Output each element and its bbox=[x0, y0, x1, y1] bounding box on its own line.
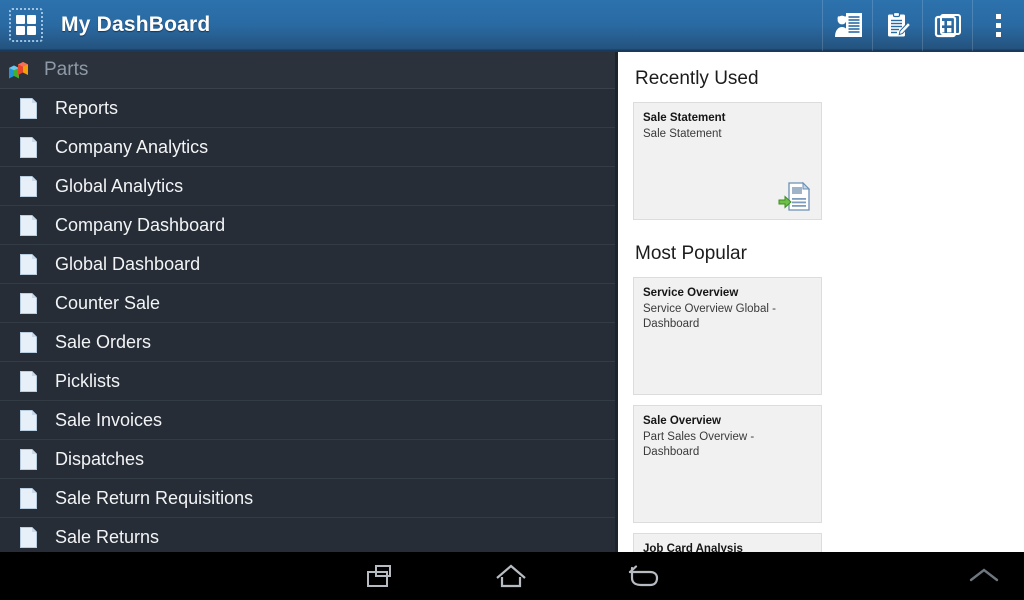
sidebar-item-label: Global Dashboard bbox=[55, 253, 201, 274]
app-bar: My DashBoard bbox=[0, 0, 1024, 52]
logo-cell bbox=[27, 15, 36, 24]
back-icon[interactable] bbox=[620, 552, 664, 600]
sidebar-item-label: Sale Invoices bbox=[55, 409, 163, 430]
section-title-most-popular: Most Popular bbox=[635, 243, 747, 264]
clipboard-edit-icon[interactable] bbox=[872, 0, 922, 51]
contacts-icon[interactable] bbox=[822, 0, 872, 51]
sidebar[interactable]: Parts Reports Company Analytics Global A… bbox=[0, 52, 618, 552]
sidebar-item-label: Dispatches bbox=[55, 448, 145, 469]
sidebar-item-label: Counter Sale bbox=[55, 292, 161, 313]
sidebar-item-dispatches[interactable]: Dispatches bbox=[0, 440, 615, 479]
sidebar-header-label: Parts bbox=[44, 59, 89, 80]
recently-used-card-row: Sale Statement Sale Statement bbox=[633, 102, 1008, 220]
document-icon bbox=[20, 175, 37, 197]
card-title: Sale Statement bbox=[643, 112, 726, 124]
card-title: Service Overview bbox=[643, 287, 739, 299]
chevron-up-icon[interactable] bbox=[962, 552, 1006, 600]
document-icon bbox=[20, 448, 37, 470]
dot bbox=[996, 22, 1001, 28]
recents-icon[interactable] bbox=[360, 552, 400, 600]
app-bar-actions bbox=[822, 0, 1024, 51]
card-job-card-analysis[interactable]: Job Card Analysis Job Card Analysis Glob… bbox=[633, 533, 822, 552]
sidebar-item-company-dashboard[interactable]: Company Dashboard bbox=[0, 206, 615, 245]
content-panel: Recently Used Sale Statement Sale Statem… bbox=[621, 52, 1024, 552]
sidebar-item-label: Sale Orders bbox=[55, 331, 152, 352]
grid-2x2-icon[interactable] bbox=[9, 8, 43, 42]
document-icon bbox=[20, 214, 37, 236]
sidebar-nav-list: Reports Company Analytics Global Analyti… bbox=[0, 89, 615, 552]
app-title: My DashBoard bbox=[61, 13, 211, 36]
android-nav-bar bbox=[0, 552, 1024, 600]
sidebar-item-label: Company Analytics bbox=[55, 136, 209, 157]
document-icon bbox=[20, 97, 37, 119]
sidebar-item-label: Sale Return Requisitions bbox=[55, 487, 254, 508]
card-service-overview[interactable]: Service Overview Service Overview Global… bbox=[633, 277, 822, 395]
card-subtitle: Sale Statement bbox=[643, 128, 722, 141]
sidebar-item-counter-sale[interactable]: Counter Sale bbox=[0, 284, 615, 323]
most-popular-card-row: Service Overview Service Overview Global… bbox=[633, 277, 1008, 552]
app-screen: My DashBoard Parts Reports Company Analy… bbox=[0, 0, 1024, 600]
document-icon bbox=[20, 136, 37, 158]
sidebar-item-sale-return-requisitions[interactable]: Sale Return Requisitions bbox=[0, 479, 615, 518]
document-icon bbox=[20, 526, 37, 548]
sidebar-item-picklists[interactable]: Picklists bbox=[0, 362, 615, 401]
card-subtitle: Part Sales Overview - Dashboard bbox=[643, 431, 755, 459]
sidebar-item-global-dashboard[interactable]: Global Dashboard bbox=[0, 245, 615, 284]
document-icon bbox=[20, 370, 37, 392]
logo-cell bbox=[27, 26, 36, 35]
report-import-icon bbox=[778, 181, 811, 211]
section-title-recently-used: Recently Used bbox=[635, 68, 759, 89]
logo-cell bbox=[16, 26, 25, 35]
document-icon bbox=[20, 409, 37, 431]
sidebar-header-parts: Parts bbox=[0, 52, 615, 89]
document-icon bbox=[20, 292, 37, 314]
sidebar-item-label: Global Analytics bbox=[55, 175, 184, 196]
sidebar-item-label: Company Dashboard bbox=[55, 214, 226, 235]
sidebar-item-global-analytics[interactable]: Global Analytics bbox=[0, 167, 615, 206]
logo-cell bbox=[16, 15, 25, 24]
overflow-dots bbox=[996, 13, 1001, 37]
sidebar-item-sale-orders[interactable]: Sale Orders bbox=[0, 323, 615, 362]
card-sale-statement[interactable]: Sale Statement Sale Statement bbox=[633, 102, 822, 220]
sidebar-item-company-analytics[interactable]: Company Analytics bbox=[0, 128, 615, 167]
apps-grid-icon[interactable] bbox=[922, 0, 972, 51]
card-title: Job Card Analysis bbox=[643, 543, 743, 552]
dot bbox=[996, 31, 1001, 37]
sidebar-item-label: Sale Returns bbox=[55, 526, 160, 547]
sidebar-item-label: Reports bbox=[55, 97, 119, 118]
sidebar-item-sale-returns[interactable]: Sale Returns bbox=[0, 518, 615, 552]
overflow-menu-icon[interactable] bbox=[972, 0, 1024, 51]
colored-blocks-icon bbox=[9, 62, 28, 79]
sidebar-item-label: Picklists bbox=[55, 370, 121, 391]
sidebar-item-reports[interactable]: Reports bbox=[0, 89, 615, 128]
document-icon bbox=[20, 331, 37, 353]
home-icon[interactable] bbox=[489, 552, 533, 600]
dot bbox=[996, 13, 1001, 19]
sidebar-item-sale-invoices[interactable]: Sale Invoices bbox=[0, 401, 615, 440]
document-icon bbox=[20, 487, 37, 509]
card-sale-overview[interactable]: Sale Overview Part Sales Overview - Dash… bbox=[633, 405, 822, 523]
card-subtitle: Service Overview Global - Dashboard bbox=[643, 303, 776, 331]
document-icon bbox=[20, 253, 37, 275]
card-title: Sale Overview bbox=[643, 415, 721, 427]
